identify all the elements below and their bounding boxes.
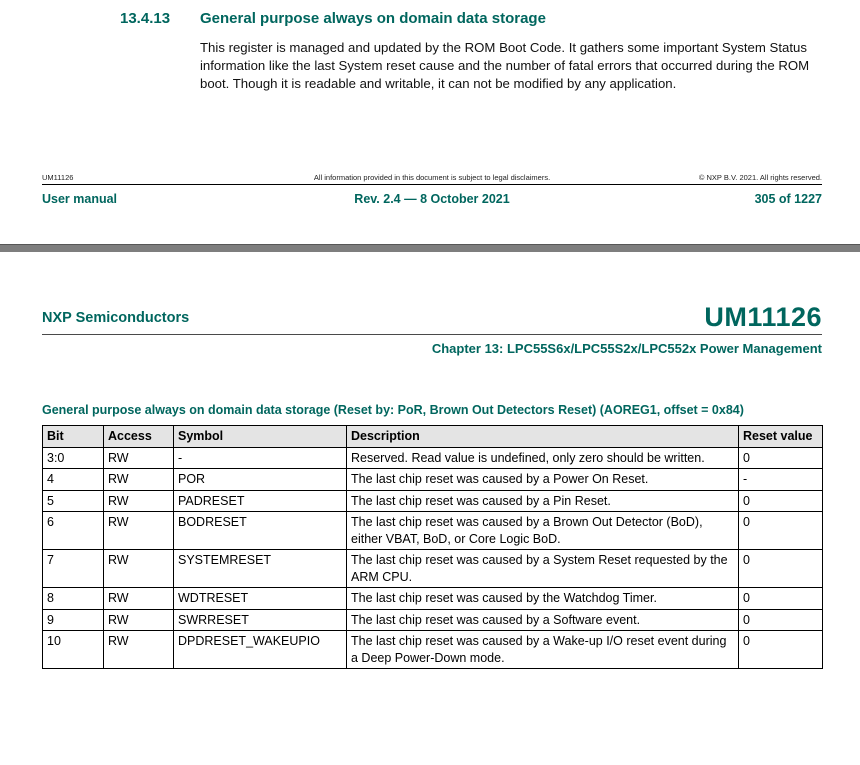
- cell-symbol: SYSTEMRESET: [173, 549, 347, 588]
- cell-description: The last chip reset was caused by a Powe…: [346, 468, 739, 491]
- cell-description: The last chip reset was caused by a Soft…: [346, 608, 739, 631]
- table-row: 5 RW PADRESET The last chip reset was ca…: [42, 489, 823, 512]
- page-bottom: NXP Semiconductors UM11126 Chapter 13: L…: [42, 304, 823, 669]
- section-heading: 13.4.13 General purpose always on domain…: [120, 10, 860, 27]
- cell-access: RW: [103, 587, 174, 610]
- cell-description: The last chip reset was caused by a Syst…: [346, 549, 739, 588]
- cell-reset-value: 0: [738, 608, 823, 631]
- cell-reset-value: -: [738, 468, 823, 491]
- cell-description: Reserved. Read value is undefined, only …: [346, 446, 739, 469]
- cell-symbol: BODRESET: [173, 511, 347, 550]
- header-symbol: Symbol: [173, 425, 347, 448]
- page-header: NXP Semiconductors UM11126: [42, 304, 822, 335]
- header-bit: Bit: [42, 425, 104, 448]
- cell-bit: 5: [42, 489, 104, 512]
- page-footer: UM11126 All information provided in this…: [42, 173, 822, 206]
- table-row: 6 RW BODRESET The last chip reset was ca…: [42, 511, 823, 550]
- cell-symbol: -: [173, 446, 347, 469]
- cell-symbol: SWRRESET: [173, 608, 347, 631]
- table-row: 10 RW DPDRESET_WAKEUPIO The last chip re…: [42, 630, 823, 669]
- footer-page-number: 305 of 1227: [754, 192, 822, 206]
- cell-reset-value: 0: [738, 489, 823, 512]
- footer-revision: Rev. 2.4 — 8 October 2021: [354, 192, 510, 206]
- footer-info-row: User manual Rev. 2.4 — 8 October 2021 30…: [42, 192, 822, 206]
- cell-access: RW: [103, 511, 174, 550]
- cell-bit: 4: [42, 468, 104, 491]
- table-row: 7 RW SYSTEMRESET The last chip reset was…: [42, 549, 823, 588]
- section-title: General purpose always on domain data st…: [200, 10, 546, 27]
- document-id: UM11126: [704, 302, 822, 332]
- body-paragraph: This register is managed and updated by …: [200, 40, 810, 91]
- cell-symbol: PADRESET: [173, 489, 347, 512]
- cell-description: The last chip reset was caused by a Brow…: [346, 511, 739, 550]
- header-access: Access: [103, 425, 174, 448]
- cell-bit: 8: [42, 587, 104, 610]
- cell-access: RW: [103, 549, 174, 588]
- cell-symbol: DPDRESET_WAKEUPIO: [173, 630, 347, 669]
- header-reset-value: Reset value: [738, 425, 823, 448]
- chapter-heading: Chapter 13: LPC55S6x/LPC55S2x/LPC552x Po…: [431, 341, 822, 356]
- company-name: NXP Semiconductors: [42, 310, 190, 326]
- page-top: 13.4.13 General purpose always on domain…: [0, 0, 860, 206]
- table-row: 9 RW SWRRESET The last chip reset was ca…: [42, 608, 823, 631]
- header-description: Description: [346, 425, 739, 448]
- cell-reset-value: 0: [738, 587, 823, 610]
- table-row: 8 RW WDTRESET The last chip reset was ca…: [42, 587, 823, 610]
- cell-bit: 6: [42, 511, 104, 550]
- cell-reset-value: 0: [738, 549, 823, 588]
- table-row: 3:0 RW - Reserved. Read value is undefin…: [42, 446, 823, 469]
- cell-access: RW: [103, 446, 174, 469]
- cell-access: RW: [103, 630, 174, 669]
- cell-bit: 10: [42, 630, 104, 669]
- cell-reset-value: 0: [738, 630, 823, 669]
- footer-disclaimer: All information provided in this documen…: [313, 173, 551, 182]
- cell-bit: 7: [42, 549, 104, 588]
- cell-access: RW: [103, 489, 174, 512]
- cell-reset-value: 0: [738, 511, 823, 550]
- footer-copyright: © NXP B.V. 2021. All rights reserved.: [698, 173, 822, 182]
- cell-reset-value: 0: [738, 446, 823, 469]
- cell-bit: 9: [42, 608, 104, 631]
- footer-doc-id: UM11126: [42, 173, 74, 182]
- cell-symbol: POR: [173, 468, 347, 491]
- cell-description: The last chip reset was caused by a Pin …: [346, 489, 739, 512]
- cell-bit: 3:0: [42, 446, 104, 469]
- section-number: 13.4.13: [120, 10, 171, 27]
- cell-description: The last chip reset was caused by a Wake…: [346, 630, 739, 669]
- cell-access: RW: [103, 608, 174, 631]
- footer-disclaimer-row: UM11126 All information provided in this…: [42, 173, 822, 185]
- page-separator: [0, 244, 860, 252]
- cell-access: RW: [103, 468, 174, 491]
- cell-description: The last chip reset was caused by the Wa…: [346, 587, 739, 610]
- register-table: Bit Access Symbol Description Reset valu…: [42, 425, 823, 669]
- table-caption: General purpose always on domain data st…: [42, 403, 744, 417]
- table-row: 4 RW POR The last chip reset was caused …: [42, 468, 823, 491]
- footer-manual-label: User manual: [42, 192, 118, 206]
- table-header-row: Bit Access Symbol Description Reset valu…: [42, 425, 823, 448]
- cell-symbol: WDTRESET: [173, 587, 347, 610]
